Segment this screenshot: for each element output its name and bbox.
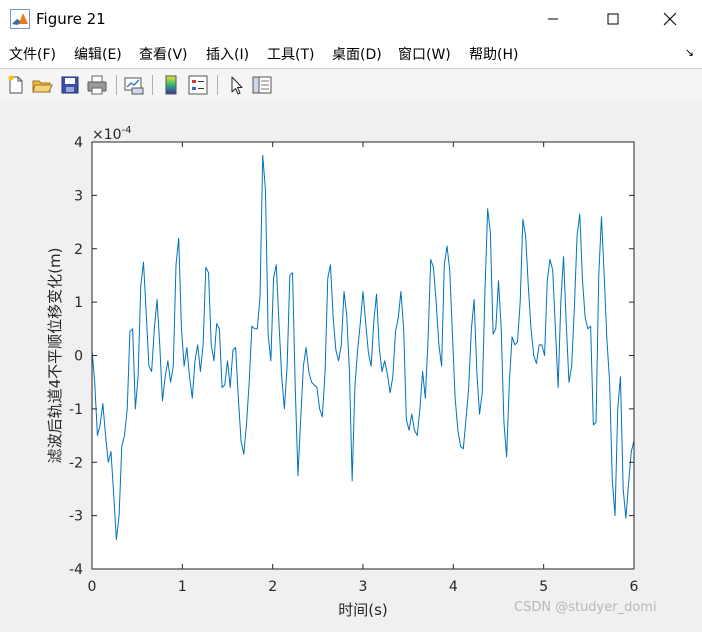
window-titlebar: Figure 21 <box>0 0 702 38</box>
figure-toolbar <box>0 68 702 102</box>
menu-edit[interactable]: 编辑(E) <box>74 44 122 64</box>
insert-colorbar-icon[interactable] <box>160 74 182 96</box>
x-tick-label: 0 <box>88 579 97 595</box>
menu-bar: 文件(F) 编辑(E) 查看(V) 插入(I) 工具(T) 桌面(D) 窗口(W… <box>0 38 702 68</box>
toolbar-separator <box>116 75 117 95</box>
maximize-button[interactable] <box>590 0 636 38</box>
edit-plot-icon[interactable] <box>225 74 247 96</box>
y-tick-label: 4 <box>74 135 83 151</box>
toolbar-separator <box>152 75 153 95</box>
x-tick-label: 4 <box>449 579 458 595</box>
property-inspector-icon[interactable] <box>251 74 273 96</box>
y-tick-label: 3 <box>74 188 83 204</box>
minimize-icon <box>548 18 558 20</box>
figure-canvas: 0 1 2 3 4 5 6 4 3 2 1 0 -1 -2 -3 -4 ×10-4 时间(s) 滤波后轨道4… <box>0 101 702 628</box>
minimize-button[interactable] <box>530 0 576 38</box>
menu-desktop[interactable]: 桌面(D) <box>332 44 382 64</box>
close-button[interactable] <box>647 0 693 38</box>
y-axis-label: 滤波后轨道4不平顺位移变化(m) <box>46 248 64 464</box>
y-tick-label: 2 <box>74 242 83 258</box>
watermark-text: CSDN @studyer_domi <box>514 600 657 615</box>
x-tick-label: 2 <box>268 579 277 595</box>
menu-insert[interactable]: 插入(I) <box>206 44 249 64</box>
matlab-logo-icon <box>10 9 30 29</box>
menu-view[interactable]: 查看(V) <box>139 44 188 64</box>
y-tick-label: -2 <box>69 455 83 471</box>
print-icon[interactable] <box>86 74 108 96</box>
y-tick-label: 0 <box>74 349 83 365</box>
save-icon[interactable] <box>59 74 81 96</box>
menu-file[interactable]: 文件(F) <box>9 44 56 64</box>
y-tick-label: -4 <box>69 562 83 578</box>
y-tick-label: 1 <box>74 295 83 311</box>
menu-tools[interactable]: 工具(T) <box>267 44 314 64</box>
y-exponent-label: ×10-4 <box>92 125 132 143</box>
y-tick-label: -1 <box>69 402 83 418</box>
toolbar-separator <box>217 75 218 95</box>
dock-figure-icon[interactable]: ↘ <box>685 46 694 59</box>
x-axis-label: 时间(s) <box>338 601 388 619</box>
open-file-icon[interactable] <box>31 74 53 96</box>
line-chart: 0 1 2 3 4 5 6 4 3 2 1 0 -1 -2 -3 -4 ×10-4 时间(s) 滤波后轨道4… <box>46 125 639 619</box>
menu-help[interactable]: 帮助(H) <box>469 44 518 64</box>
new-figure-icon[interactable] <box>5 74 27 96</box>
close-icon <box>663 12 677 26</box>
x-tick-label: 1 <box>178 579 187 595</box>
link-plot-icon[interactable] <box>123 74 145 96</box>
window-title: Figure 21 <box>36 10 106 28</box>
x-tick-label: 3 <box>359 579 368 595</box>
maximize-icon <box>607 13 619 25</box>
x-tick-label: 6 <box>630 579 639 595</box>
menu-window[interactable]: 窗口(W) <box>398 44 451 64</box>
x-tick-label: 5 <box>539 579 548 595</box>
insert-legend-icon[interactable] <box>187 74 209 96</box>
y-tick-label: -3 <box>69 509 83 525</box>
